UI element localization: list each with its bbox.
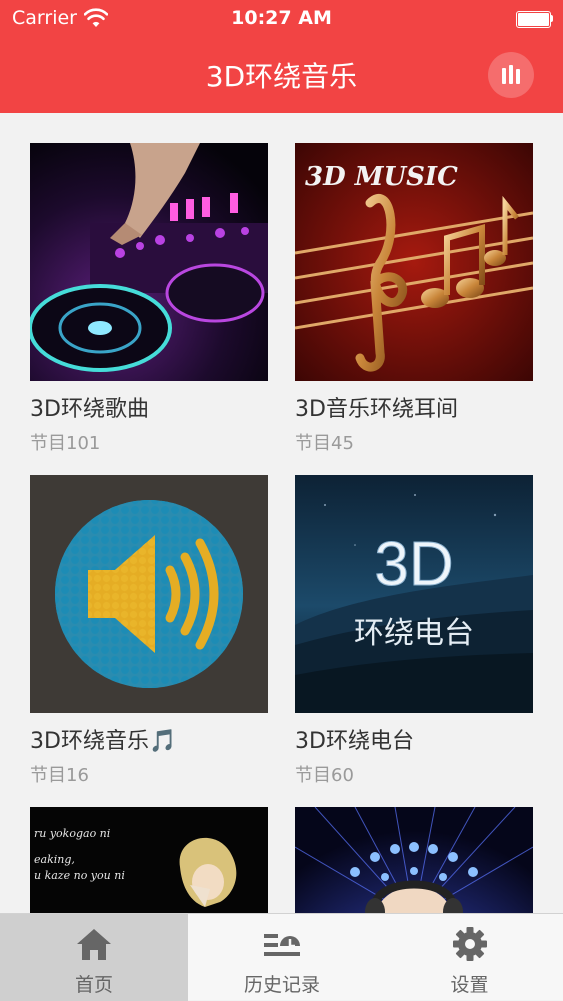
gear-icon — [453, 927, 487, 961]
app-header: Carrier 10:27 AM 3D环绕音乐 — [0, 0, 563, 113]
program-title: 3D环绕电台 — [295, 729, 414, 754]
tab-bar: 首页 历史记录 设置 — [0, 913, 563, 1001]
page-title: 3D环绕音乐 — [205, 60, 358, 93]
program-title: 3D环绕音乐🎵 — [30, 729, 177, 754]
program-card[interactable]: 3D环绕音乐🎵 节目16 — [30, 475, 268, 787]
tab-settings[interactable]: 设置 — [376, 914, 563, 1001]
cover-art-text: 3D MUSIC — [305, 162, 458, 192]
cover-art-text: 环绕电台 — [354, 616, 474, 651]
program-cover-image — [30, 143, 268, 381]
program-card[interactable]: 3D环绕歌曲 节目101 — [30, 143, 268, 455]
equalizer-button[interactable] — [488, 52, 534, 98]
tab-history[interactable]: 历史记录 — [188, 914, 376, 1001]
home-icon — [77, 929, 111, 960]
program-cover-image: 3D MUSIC — [295, 143, 533, 381]
program-grid: 3D环绕歌曲 节目101 3D MUSIC 3D音乐环绕耳间 节目45 3D环绕… — [0, 113, 563, 913]
cover-art-text: ru yokogao ni — [34, 827, 110, 840]
equalizer-icon — [502, 65, 520, 84]
program-count: 节目45 — [295, 433, 354, 454]
program-title: 3D音乐环绕耳间 — [295, 397, 458, 422]
program-cover-image — [295, 807, 533, 913]
program-card[interactable] — [295, 807, 533, 913]
cover-art-text: eaking, — [34, 853, 75, 866]
program-count: 节目101 — [30, 433, 101, 454]
battery-icon — [516, 11, 553, 28]
cover-art-text: 3D — [374, 530, 453, 599]
program-card[interactable]: 3D 环绕电台 3D环绕电台 节目60 — [295, 475, 533, 787]
tab-label: 历史记录 — [243, 974, 320, 996]
program-card[interactable]: 3D MUSIC 3D音乐环绕耳间 节目45 — [295, 143, 533, 455]
program-count: 节目16 — [30, 765, 89, 786]
program-card[interactable]: ru yokogao ni eaking, u kaze no you ni — [30, 807, 268, 913]
history-icon — [264, 934, 300, 956]
tab-label: 设置 — [450, 974, 489, 996]
program-count: 节目60 — [295, 765, 354, 786]
cover-art-text: u kaze no you ni — [34, 869, 125, 882]
program-cover-image: 3D 环绕电台 — [295, 475, 533, 713]
program-cover-image — [30, 475, 268, 713]
tab-label: 首页 — [74, 974, 113, 996]
program-cover-image: ru yokogao ni eaking, u kaze no you ni — [30, 807, 268, 913]
status-time: 10:27 AM — [231, 7, 332, 29]
program-title: 3D环绕歌曲 — [30, 397, 149, 422]
tab-home[interactable]: 首页 — [0, 914, 188, 1001]
status-bar: Carrier 10:27 AM — [0, 0, 563, 40]
